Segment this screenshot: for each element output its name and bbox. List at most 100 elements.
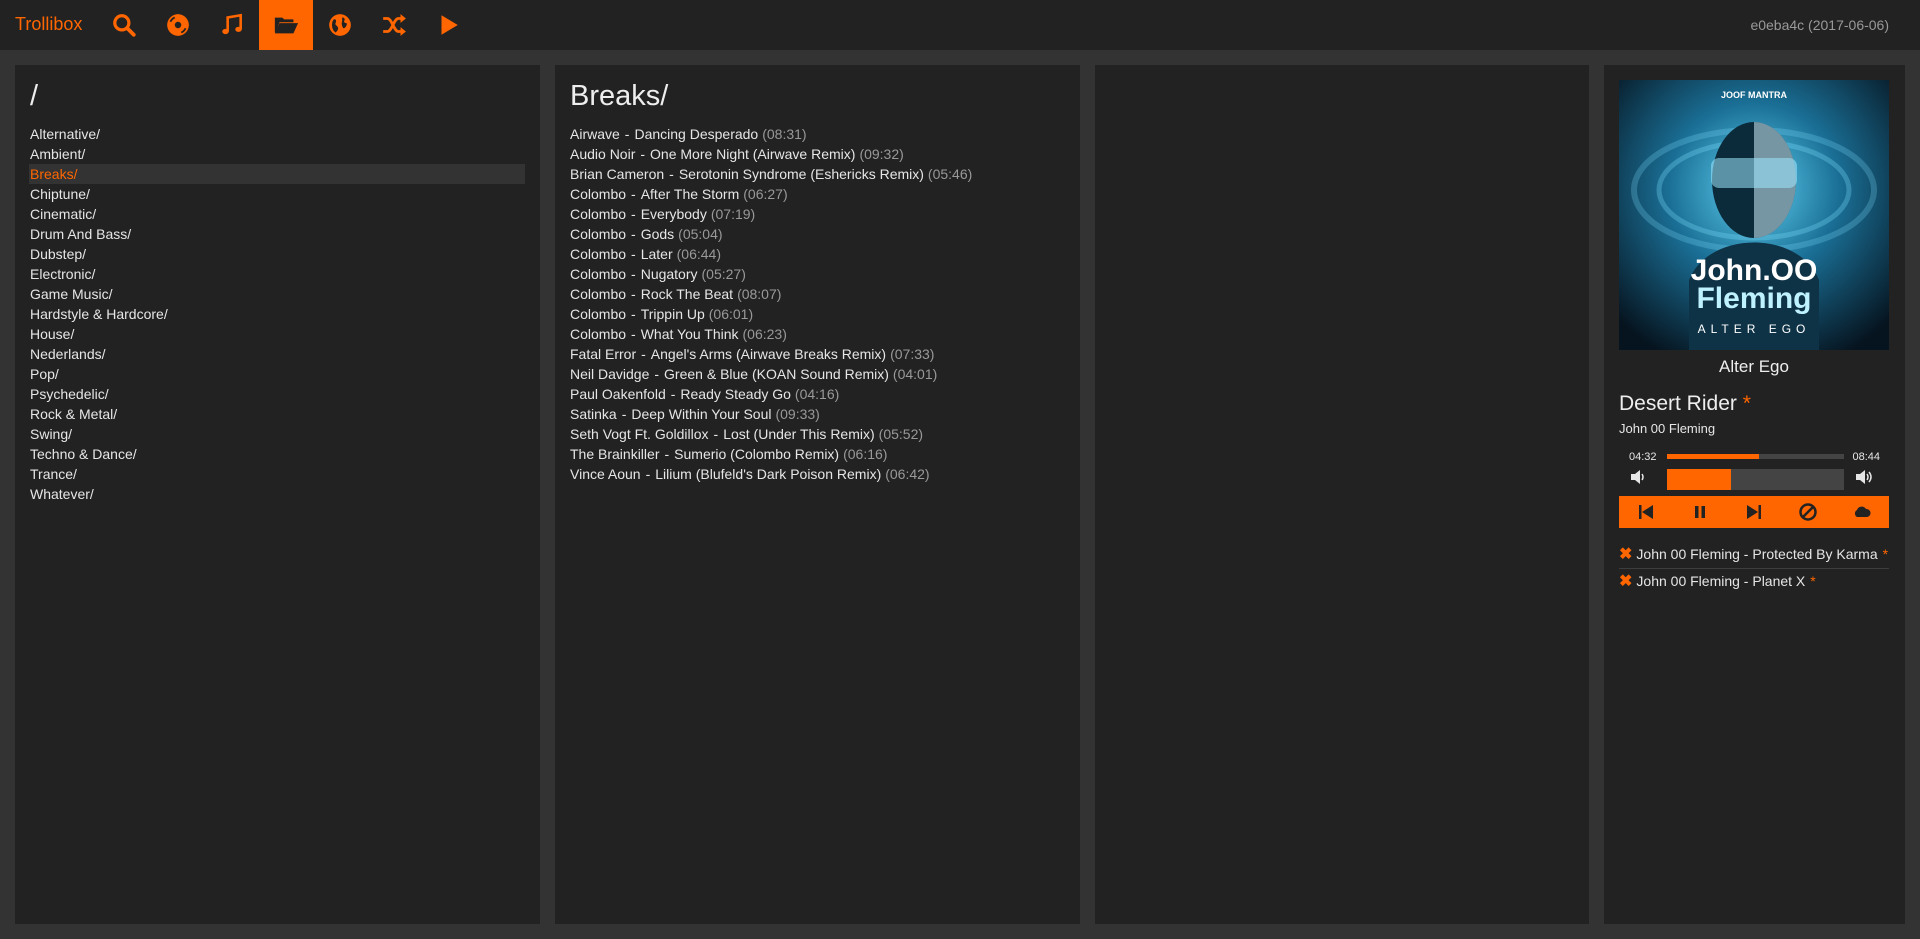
track-artist: Colombo	[570, 186, 627, 202]
nav-shuffle-button[interactable]	[367, 0, 421, 50]
separator: -	[664, 446, 670, 462]
track-title: One More Night (Airwave Remix)	[650, 146, 856, 162]
nav-play-button[interactable]	[421, 0, 475, 50]
folder-item[interactable]: Rock & Metal/	[29, 404, 525, 424]
folder-item[interactable]: Chiptune/	[29, 184, 525, 204]
separator: -	[654, 366, 660, 382]
track-duration: (06:16)	[843, 446, 888, 462]
folder-item[interactable]: House/	[29, 324, 525, 344]
folder-item[interactable]: Swing/	[29, 424, 525, 444]
track-item[interactable]: Colombo - What You Think (06:23)	[570, 324, 1065, 344]
time-total: 08:44	[1852, 451, 1880, 463]
folder-item[interactable]: Techno & Dance/	[29, 444, 525, 464]
previous-button[interactable]	[1631, 499, 1661, 525]
brand-link[interactable]: Trollibox	[15, 14, 82, 35]
track-item[interactable]: Colombo - Trippin Up (06:01)	[570, 304, 1065, 324]
folder-item[interactable]: Cinematic/	[29, 204, 525, 224]
separator: -	[631, 206, 636, 222]
track-artist: Colombo	[570, 306, 627, 322]
play-icon	[441, 15, 458, 35]
folder-item[interactable]: Electronic/	[29, 264, 525, 284]
queue-rating-star[interactable]: *	[1810, 573, 1815, 589]
remove-icon[interactable]: ✖	[1619, 546, 1632, 563]
track-item[interactable]: Paul Oakenfold - Ready Steady Go (04:16)	[570, 384, 1065, 404]
track-item[interactable]: Seth Vogt Ft. Goldillox - Lost (Under This…	[570, 424, 1065, 444]
folder-item[interactable]: Dubstep/	[29, 244, 525, 264]
track-artist: Paul Oakenfold	[570, 386, 666, 402]
track-item[interactable]: Audio Noir - One More Night (Airwave Remix…	[570, 144, 1065, 164]
track-item[interactable]: Airwave - Dancing Desperado (08:31)	[570, 124, 1065, 144]
next-button[interactable]	[1739, 499, 1769, 525]
folder-item[interactable]: Nederlands/	[29, 344, 525, 364]
nav-genres-button[interactable]	[205, 0, 259, 50]
folder-item[interactable]: Breaks/	[29, 164, 525, 184]
volume-up-icon[interactable]	[1855, 469, 1873, 485]
volume-down-icon[interactable]	[1630, 469, 1648, 485]
track-item[interactable]: Colombo - After The Storm (06:27)	[570, 184, 1065, 204]
cloud-button[interactable]	[1847, 499, 1877, 525]
track-item[interactable]: Brian Cameron - Serotonin Syndrome (Esheri…	[570, 164, 1065, 184]
nav-files-button[interactable]	[259, 0, 313, 50]
volume-slider[interactable]	[1667, 469, 1844, 490]
albums-icon	[167, 14, 189, 36]
track-artist: Satinka	[570, 406, 617, 422]
track-title: Lilium (Blufeld's Dark Poison Remix)	[655, 466, 882, 482]
folder-item[interactable]: Game Music/	[29, 284, 525, 304]
track-item[interactable]: Neil Davidge - Green & Blue (KOAN Sound Re…	[570, 364, 1065, 384]
shuffle-icon	[383, 14, 406, 36]
nav-streams-button[interactable]	[313, 0, 367, 50]
folder-item[interactable]: Pop/	[29, 364, 525, 384]
track-item[interactable]: Colombo - Nugatory (05:27)	[570, 264, 1065, 284]
queue-item[interactable]: ✖ John 00 Fleming - Protected By Karma *	[1619, 543, 1889, 569]
time-current: 04:32	[1629, 451, 1657, 463]
search-icon	[113, 14, 136, 37]
track-artist: Fatal Error	[570, 346, 637, 362]
separator: -	[669, 166, 674, 182]
stop-icon	[1799, 503, 1817, 521]
track-item[interactable]: Colombo - Gods (05:04)	[570, 224, 1065, 244]
progress-bar[interactable]	[1667, 454, 1844, 459]
remove-icon[interactable]: ✖	[1619, 573, 1632, 590]
folder-item[interactable]: Whatever/	[29, 484, 525, 504]
separator: -	[641, 346, 646, 362]
cover-album-line: ALTER EGO	[1698, 322, 1811, 336]
track-artist: Seth Vogt Ft. Goldillox	[570, 426, 709, 442]
track-item[interactable]: Vince Aoun - Lilium (Blufeld's Dark Poison…	[570, 464, 1065, 484]
pause-icon	[1695, 506, 1705, 518]
track-artist: The Brainkiller	[570, 446, 660, 462]
track-artist: Colombo	[570, 206, 627, 222]
volume-fill	[1667, 469, 1731, 490]
stop-button[interactable]	[1793, 499, 1823, 525]
root-path-title: /	[30, 80, 39, 112]
folder-open-icon	[274, 17, 299, 34]
nav-albums-button[interactable]	[151, 0, 205, 50]
folder-item[interactable]: Drum And Bass/	[29, 224, 525, 244]
version-label: e0eba4c (2017-06-06)	[1750, 17, 1889, 33]
folder-item[interactable]: Hardstyle & Hardcore/	[29, 304, 525, 324]
track-duration: (04:01)	[892, 366, 938, 382]
separator: -	[631, 186, 636, 202]
queue-rating-star[interactable]: *	[1883, 546, 1888, 562]
cover-artist-line2: Fleming	[1696, 282, 1811, 315]
track-item[interactable]: Colombo - Everybody (07:19)	[570, 204, 1065, 224]
nav-search-button[interactable]	[97, 0, 151, 50]
track-item[interactable]: The Brainkiller - Sumerio (Colombo Remix)(…	[570, 444, 1065, 464]
folder-item[interactable]: Trance/	[29, 464, 525, 484]
track-duration: (05:27)	[701, 266, 746, 282]
track-duration: (07:33)	[890, 346, 935, 362]
folder-item[interactable]: Psychedelic/	[29, 384, 525, 404]
track-duration: (08:31)	[762, 126, 807, 142]
queue-item[interactable]: ✖ John 00 Fleming - Planet X *	[1619, 570, 1889, 595]
top-navbar: Trollibox e0eba4c (2017-06-06)	[0, 0, 1920, 50]
rating-star[interactable]: *	[1743, 392, 1751, 415]
track-title: Sumerio (Colombo Remix)	[674, 446, 840, 462]
track-title: Rock The Beat	[640, 286, 734, 302]
track-item[interactable]: Fatal Error - Angel's Arms (Airwave Breaks…	[570, 344, 1065, 364]
track-title: Desert Rider *	[1619, 392, 1751, 416]
track-item[interactable]: Colombo - Rock The Beat (08:07)	[570, 284, 1065, 304]
track-item[interactable]: Satinka - Deep Within Your Soul (09:33)	[570, 404, 1065, 424]
folder-item[interactable]: Alternative/	[29, 124, 525, 144]
pause-button[interactable]	[1685, 499, 1715, 525]
track-item[interactable]: Colombo - Later (06:44)	[570, 244, 1065, 264]
folder-item[interactable]: Ambient/	[29, 144, 525, 164]
